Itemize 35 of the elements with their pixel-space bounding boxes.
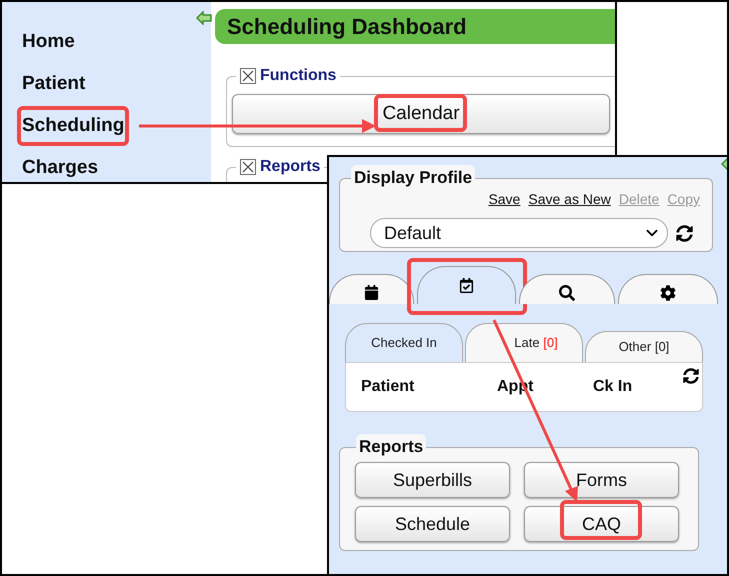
calendar-check-icon <box>459 278 474 293</box>
section-title: Reports <box>260 157 320 177</box>
column-header: Patient <box>361 377 416 397</box>
status-tab[interactable]: Checked In <box>345 323 463 362</box>
collapse-checkbox-icon[interactable] <box>240 159 256 175</box>
icon-tab[interactable] <box>519 274 615 304</box>
report-button[interactable]: Forms <box>524 462 679 498</box>
back-arrow-icon[interactable] <box>196 11 212 25</box>
report-button[interactable]: Schedule <box>355 506 510 542</box>
settings-icon <box>660 285 676 301</box>
profile-link[interactable]: Save <box>488 189 520 210</box>
icon-tab[interactable] <box>329 274 414 304</box>
status-tab[interactable]: Other [0] <box>585 331 703 362</box>
icon-tab[interactable] <box>618 274 718 304</box>
refresh-icon[interactable] <box>683 368 699 384</box>
refresh-icon[interactable] <box>676 224 693 242</box>
report-button[interactable]: CAQ <box>524 506 679 542</box>
profile-link[interactable]: Save as New <box>528 189 611 210</box>
collapse-checkbox-icon[interactable] <box>240 68 256 84</box>
profile-select[interactable]: Default <box>370 218 668 248</box>
calendar-icon <box>364 285 379 300</box>
group-title: Reports <box>359 437 424 456</box>
group-title: Display Profile <box>354 168 472 187</box>
status-tab[interactable]: Late [0] <box>465 323 583 362</box>
sidebar-item[interactable]: Patient <box>22 72 86 94</box>
search-icon <box>559 285 575 301</box>
calendar-button[interactable]: Calendar <box>232 94 610 134</box>
section-title: Functions <box>260 66 336 86</box>
report-button[interactable]: Superbills <box>355 462 510 498</box>
sidebar-item[interactable]: Charges <box>22 156 98 178</box>
sidebar-item[interactable]: Home <box>22 30 75 52</box>
column-header: Ck In <box>593 377 632 397</box>
icon-tab[interactable] <box>417 266 516 304</box>
dashboard-header: Scheduling Dashboard <box>215 9 615 44</box>
sidebar-item[interactable]: Scheduling <box>22 114 124 136</box>
